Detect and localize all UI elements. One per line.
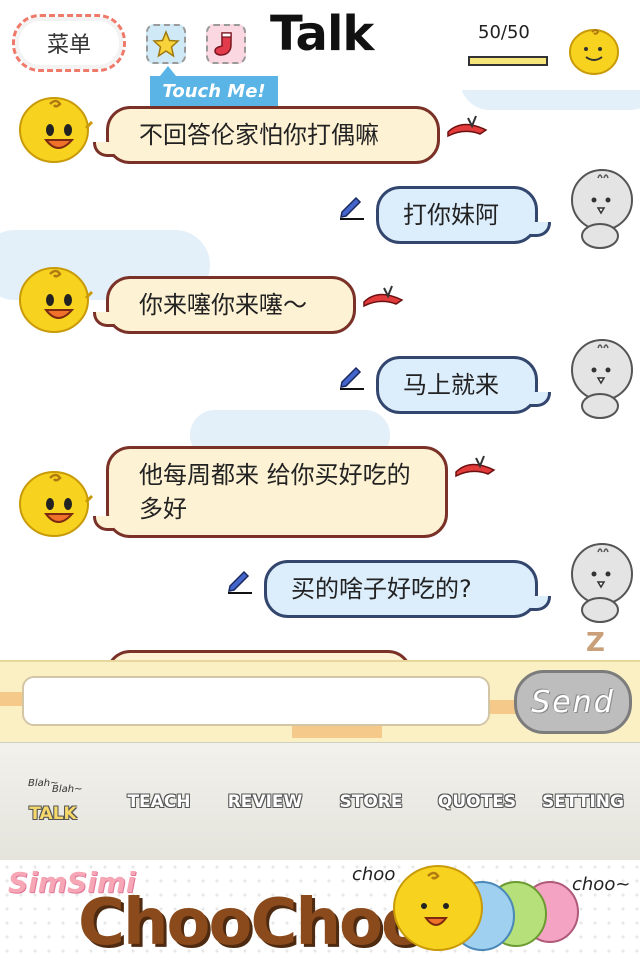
chat-bubble-user: 买的啥子好吃的? bbox=[264, 560, 551, 618]
user-avatar bbox=[571, 339, 633, 419]
edit-pencil-icon[interactable] bbox=[338, 192, 366, 220]
simsimi-chick-icon[interactable] bbox=[566, 22, 622, 78]
edit-pencil-icon[interactable] bbox=[338, 362, 366, 390]
decorative-stripe bbox=[292, 724, 382, 738]
tab-label: TALK bbox=[29, 804, 77, 824]
message-text: 打你妹阿 bbox=[403, 201, 499, 229]
tab-talk[interactable]: TALK bbox=[0, 755, 106, 873]
message-text: 你来噻你来噻～ bbox=[139, 291, 307, 319]
send-button[interactable]: Send bbox=[514, 670, 632, 734]
menu-button[interactable]: 菜单 bbox=[12, 14, 126, 72]
tab-label: QUOTES bbox=[437, 792, 517, 812]
sleep-z-mark: Z bbox=[586, 628, 605, 658]
tab-quotes[interactable]: QUOTES bbox=[424, 743, 530, 861]
message-counter: 50/50 bbox=[478, 22, 530, 43]
chat-bubble-user: 马上就来 bbox=[376, 356, 551, 414]
star-button[interactable] bbox=[146, 24, 186, 64]
user-avatar bbox=[571, 543, 633, 623]
menu-button-label: 菜单 bbox=[46, 33, 91, 58]
report-icon[interactable] bbox=[454, 454, 496, 480]
tab-teach[interactable]: TEACH bbox=[106, 743, 212, 861]
tab-review[interactable]: REVIEW bbox=[212, 743, 318, 861]
message-input-bar: Send bbox=[0, 660, 640, 744]
counter-progress-fill bbox=[470, 58, 546, 64]
user-avatar bbox=[571, 169, 633, 249]
tab-setting[interactable]: SETTING bbox=[530, 743, 636, 861]
simsimi-avatar bbox=[19, 267, 94, 333]
banner-brand-big: ChooChoo bbox=[78, 886, 425, 960]
tab-label: STORE bbox=[339, 792, 403, 812]
tab-label: REVIEW bbox=[227, 792, 303, 812]
report-icon[interactable] bbox=[362, 284, 404, 310]
chat-area[interactable]: 不回答伦家怕你打偶嘛 打你妹阿 你来噻你来噻～ 马上就来 他每周都来 给你买好吃… bbox=[0, 90, 640, 662]
message-text: 不回答伦家怕你打偶嘛 bbox=[139, 121, 379, 149]
tab-store[interactable]: STORE bbox=[318, 743, 424, 861]
tab-label: TEACH bbox=[127, 792, 191, 812]
chat-bubble-simsimi: 你来噻你来噻～ bbox=[93, 276, 356, 334]
header-bar: 菜单 Talk 50/50 Touch Me! bbox=[0, 0, 640, 106]
chat-bubble-simsimi: 他每周都来 给你买好吃的 多好 bbox=[93, 446, 448, 538]
chat-bubble-user: 打你妹阿 bbox=[376, 186, 551, 244]
counter-progress-bar bbox=[468, 56, 548, 66]
message-text: 买的啥子好吃的? bbox=[291, 575, 472, 603]
banner-chicks-illustration bbox=[393, 865, 579, 951]
blah-caption: Blah~ bbox=[52, 784, 83, 795]
simsimi-avatar bbox=[19, 97, 94, 163]
send-button-label: Send bbox=[531, 684, 615, 720]
star-icon bbox=[152, 30, 180, 58]
tab-label: SETTING bbox=[542, 792, 624, 812]
sock-button[interactable] bbox=[206, 24, 246, 64]
message-input[interactable] bbox=[22, 676, 490, 726]
bottom-tab-bar: TALK TEACH REVIEW STORE QUOTES SETTING bbox=[0, 742, 640, 861]
edit-pencil-icon[interactable] bbox=[226, 566, 254, 594]
background-cloud bbox=[460, 90, 640, 110]
report-icon[interactable] bbox=[446, 114, 488, 140]
sock-icon bbox=[214, 32, 232, 56]
simsimi-avatar bbox=[19, 471, 94, 537]
banner-choo-left: choo bbox=[352, 864, 396, 885]
chat-bubble-simsimi: 不回答伦家怕你打偶嘛 bbox=[93, 106, 440, 164]
page-title: Talk bbox=[270, 6, 374, 62]
advertisement-banner[interactable]: SimSimi ChooChoo choo choo~ bbox=[0, 860, 640, 960]
message-text: 马上就来 bbox=[403, 371, 499, 399]
message-text: 他每周都来 给你买好吃的 多好 bbox=[139, 461, 411, 523]
